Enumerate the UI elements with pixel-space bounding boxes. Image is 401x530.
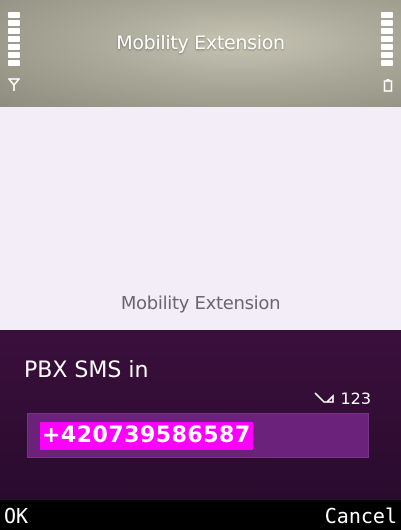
number-input-value[interactable]: +420739586587 xyxy=(40,422,253,450)
battery-level-bars xyxy=(381,12,393,66)
main-content: Mobility Extension xyxy=(0,107,401,330)
app-name-label: Mobility Extension xyxy=(120,293,281,314)
input-mode-indicator: 123 xyxy=(314,389,371,408)
softkey-bar: OK Cancel xyxy=(0,500,401,530)
dialog-prompt: PBX SMS in xyxy=(24,358,149,383)
input-mode-label: 123 xyxy=(340,389,371,408)
cancel-softkey[interactable]: Cancel xyxy=(325,504,397,528)
number-input-field[interactable]: +420739586587 xyxy=(27,413,369,458)
pen-icon xyxy=(314,389,335,408)
page-title: Mobility Extension xyxy=(116,32,285,54)
antenna-icon xyxy=(7,78,21,95)
battery-icon xyxy=(383,78,393,95)
status-bar: Mobility Extension xyxy=(0,0,401,107)
query-dialog: PBX SMS in 123 +420739586587 xyxy=(0,330,401,500)
ok-softkey[interactable]: OK xyxy=(4,504,28,528)
